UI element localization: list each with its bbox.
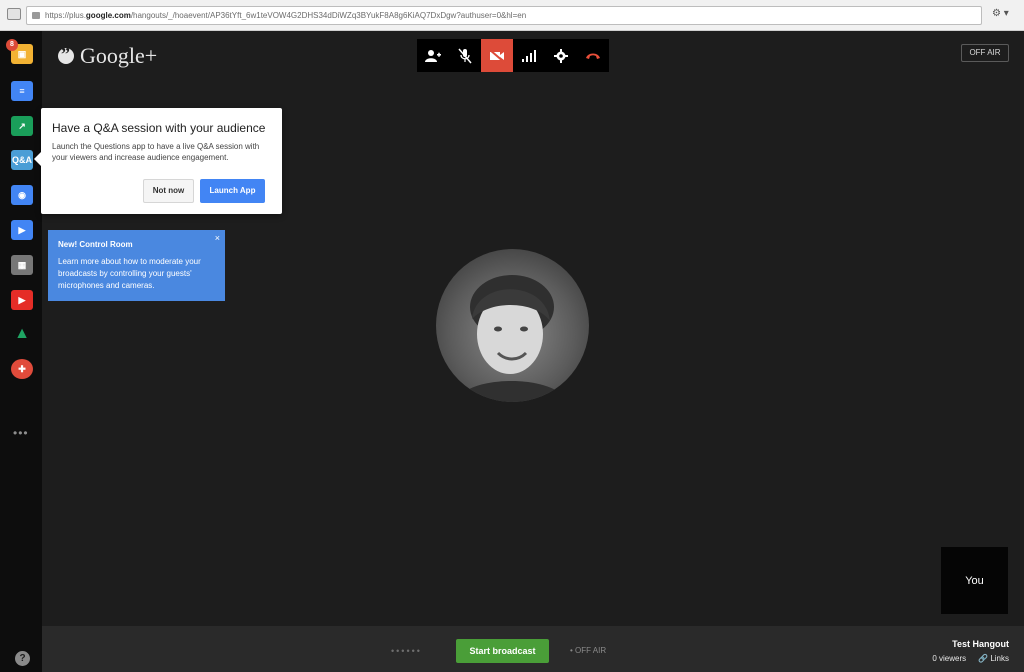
not-now-button[interactable]: Not now bbox=[143, 179, 194, 203]
youtube-app-icon[interactable]: ▶ bbox=[11, 290, 33, 310]
qa-popup-body: Launch the Questions app to have a live … bbox=[52, 142, 260, 162]
control-room-tip-body: Learn more about how to moderate your br… bbox=[58, 257, 201, 290]
link-icon: 🔗 bbox=[978, 654, 989, 663]
invite-person-icon[interactable] bbox=[417, 39, 449, 72]
notification-badge: 8 bbox=[6, 39, 18, 51]
hangouts-logo-icon bbox=[58, 44, 74, 65]
help-icon[interactable]: ? bbox=[15, 651, 30, 666]
logo-text: Google+ bbox=[80, 43, 158, 68]
broadcast-footer: •••••• Start broadcast • OFF AIR Test Ha… bbox=[42, 626, 1024, 672]
mic-muted-icon[interactable] bbox=[449, 39, 481, 72]
bandwidth-icon[interactable] bbox=[513, 39, 545, 72]
url-domain: google.com bbox=[85, 11, 131, 20]
links-button[interactable]: 🔗 Links bbox=[978, 654, 1009, 663]
control-room-tip-title: New! Control Room bbox=[58, 240, 133, 249]
questions-app-icon[interactable]: Q&A bbox=[11, 150, 33, 170]
drive-app-icon[interactable]: ▲ bbox=[11, 324, 33, 344]
qa-promo-popup: Have a Q&A session with your audience La… bbox=[34, 108, 282, 214]
off-air-status: • OFF AIR bbox=[570, 646, 607, 655]
start-broadcast-button[interactable]: Start broadcast bbox=[456, 639, 549, 663]
photo-app-icon[interactable]: 8 ▣ bbox=[6, 39, 33, 64]
control-room-tooltip: × New! Control Room Learn more about how… bbox=[48, 230, 225, 301]
browser-toolbar: https://plus.google.com/hangouts/_/hoaev… bbox=[0, 0, 1024, 31]
participant-avatar bbox=[436, 249, 589, 402]
hangout-title: Test Hangout bbox=[952, 639, 1009, 649]
apps-rail: 8 ▣ ≡ ↗ Q&A ◉ ▶ ▦ ▶ ▲ ✚ ••• ? bbox=[0, 31, 42, 672]
camera-app-icon[interactable]: ◉ bbox=[11, 185, 33, 205]
hangout-window: https://plus.google.com/hangouts/_/hoaev… bbox=[0, 0, 1024, 672]
lifebuoy-app-icon[interactable]: ✚ bbox=[11, 359, 33, 379]
self-view-label: You bbox=[965, 574, 984, 587]
hangout-meta: 0 viewers 🔗 Links bbox=[932, 654, 1009, 663]
control-room-app-icon[interactable]: ▶ bbox=[11, 220, 33, 240]
screenshare-app-icon[interactable]: ↗ bbox=[11, 116, 33, 136]
address-bar[interactable]: https://plus.google.com/hangouts/_/hoaev… bbox=[26, 6, 982, 25]
lock-icon bbox=[32, 12, 40, 19]
google-plus-logo: Google+ bbox=[58, 43, 157, 69]
close-icon[interactable]: × bbox=[215, 233, 220, 243]
camera-off-icon[interactable] bbox=[481, 39, 513, 72]
call-toolbar bbox=[417, 39, 609, 72]
self-view-tile[interactable]: You bbox=[941, 547, 1008, 614]
links-label: Links bbox=[990, 654, 1009, 663]
chat-app-icon[interactable]: ≡ bbox=[11, 81, 33, 101]
url-prefix: https://plus. bbox=[45, 11, 86, 20]
url-path: /hangouts/_/hoaevent/AP36tYft_6w1teVOW4G… bbox=[130, 11, 527, 20]
broadcast-progress-dots: •••••• bbox=[391, 646, 422, 656]
qa-popup-title: Have a Q&A session with your audience bbox=[52, 121, 266, 135]
grid-app-icon[interactable]: ▦ bbox=[11, 255, 33, 275]
qa-label: Q&A bbox=[12, 155, 32, 165]
off-air-badge: OFF AIR bbox=[961, 44, 1009, 62]
settings-icon[interactable] bbox=[545, 39, 577, 72]
launch-app-button[interactable]: Launch App bbox=[200, 179, 265, 203]
browser-tab-icon[interactable] bbox=[7, 8, 21, 20]
extension-menu-icon[interactable]: ⚙ ▾ bbox=[992, 8, 1009, 19]
viewer-count: 0 viewers bbox=[932, 654, 967, 663]
hang-up-icon[interactable] bbox=[577, 39, 609, 72]
more-apps-icon[interactable]: ••• bbox=[13, 426, 29, 440]
qa-popup-actions: Not now Launch App bbox=[143, 179, 265, 203]
